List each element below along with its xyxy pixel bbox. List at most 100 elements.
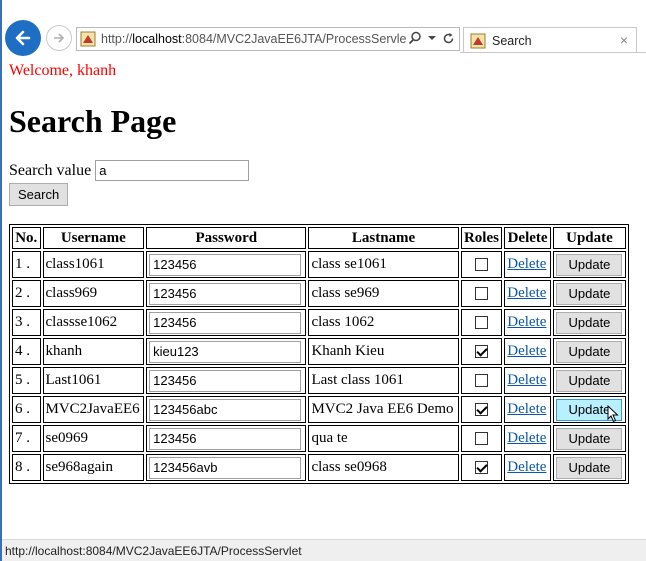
cell-update: Update [552,367,626,394]
cell-password [146,454,307,481]
cell-username: class969 [42,280,145,307]
url-host: localhost [132,32,182,46]
tab-strip-divider [460,52,646,53]
password-input[interactable] [149,456,302,479]
header-roles: Roles [460,227,503,249]
role-checkbox[interactable] [474,374,488,388]
cell-lastname: Khanh Kieu [308,338,459,365]
header-username: Username [42,227,145,249]
password-input[interactable] [149,282,302,305]
cell-delete: Delete [504,367,551,394]
forward-button[interactable] [46,25,72,51]
table-row: 6 .MVC2JavaEE6 MVC2 Java EE6 Demo Delete Up… [12,396,626,423]
search-input[interactable] [95,160,250,181]
role-checkbox[interactable] [474,258,488,272]
cell-delete: Delete [504,338,551,365]
delete-link[interactable]: Delete [507,256,546,272]
cell-update: Update [552,454,626,481]
cell-roles [460,309,503,336]
password-input[interactable] [149,311,302,334]
delete-link[interactable]: Delete [507,401,546,417]
cell-username: class1061 [42,251,145,278]
cell-username: classse1062 [42,309,145,336]
cell-delete: Delete [504,251,551,278]
password-input[interactable] [149,398,302,421]
update-button[interactable]: Update [556,427,623,450]
delete-link[interactable]: Delete [507,314,546,330]
cell-lastname: class se1061 [308,251,459,278]
cell-lastname: class 1062 [308,309,459,336]
role-checkbox[interactable] [474,461,488,475]
cell-lastname: class se969 [308,280,459,307]
results-table: No. Username Password Lastname Roles Del… [9,224,629,484]
cell-no: 3 . [12,309,41,336]
url-text: http://localhost:8084/MVC2JavaEE6JTA/Pro… [101,32,406,46]
url-path: :8084/MVC2JavaEE6JTA/ProcessServlet?txt [181,32,406,46]
role-checkbox[interactable] [474,432,488,446]
search-row: Search value [9,160,639,181]
cell-password [146,367,307,394]
cell-delete: Delete [504,396,551,423]
refresh-icon[interactable] [442,32,455,45]
password-input[interactable] [149,340,302,363]
update-button[interactable]: Update [556,340,623,363]
cell-roles [460,367,503,394]
cell-no: 5 . [12,367,41,394]
update-button[interactable]: Update [556,369,623,392]
cell-no: 8 . [12,454,41,481]
cell-update: Update [552,338,626,365]
forward-arrow-icon [54,33,65,43]
cell-no: 4 . [12,338,41,365]
role-checkbox[interactable] [474,403,488,417]
close-tab-icon[interactable]: × [620,32,628,48]
cell-password [146,338,307,365]
password-input[interactable] [149,253,302,276]
cell-roles [460,454,503,481]
page-title: Search Page [9,103,177,139]
delete-link[interactable]: Delete [507,459,546,475]
address-bar[interactable]: http://localhost:8084/MVC2JavaEE6JTA/Pro… [76,27,460,51]
cell-password [146,251,307,278]
update-button[interactable]: Update [556,456,623,479]
cell-roles [460,251,503,278]
password-input[interactable] [149,369,302,392]
cell-username: se968again [42,454,145,481]
tab-favicon-icon [470,33,486,48]
chevron-down-icon[interactable] [428,34,436,42]
cell-update: Update [552,396,626,423]
back-button[interactable] [5,20,41,56]
cell-password [146,280,307,307]
tab-search[interactable]: Search × [463,27,637,53]
browser-chrome: http://localhost:8084/MVC2JavaEE6JTA/Pro… [2,0,646,56]
role-checkbox[interactable] [474,345,488,359]
cell-username: MVC2JavaEE6 [42,396,145,423]
table-row: 4 .khanh Khanh Kieu Delete Update [12,338,626,365]
update-button[interactable]: Update [556,253,623,276]
page-content: Welcome, khanh Search Page Search value … [9,58,639,484]
url-prefix: http:// [101,32,133,46]
cell-update: Update [552,425,626,452]
tab-title: Search [492,33,532,48]
password-input[interactable] [149,427,302,450]
table-row: 8 .se968again class se0968 Delete Update [12,454,626,481]
search-button[interactable]: Search [9,183,69,206]
update-button[interactable]: Update [556,311,623,334]
cell-roles [460,425,503,452]
cell-delete: Delete [504,454,551,481]
search-icon[interactable] [408,31,422,45]
page-favicon-icon [80,31,96,47]
header-lastname: Lastname [308,227,459,249]
cell-password [146,396,307,423]
cell-no: 2 . [12,280,41,307]
role-checkbox[interactable] [474,287,488,301]
cell-roles [460,280,503,307]
delete-link[interactable]: Delete [507,372,546,388]
delete-link[interactable]: Delete [507,285,546,301]
cell-lastname: class se0968 [308,454,459,481]
header-password: Password [146,227,307,249]
delete-link[interactable]: Delete [507,430,546,446]
update-button[interactable]: Update [556,282,623,305]
delete-link[interactable]: Delete [507,343,546,359]
role-checkbox[interactable] [474,316,488,330]
cell-password [146,309,307,336]
